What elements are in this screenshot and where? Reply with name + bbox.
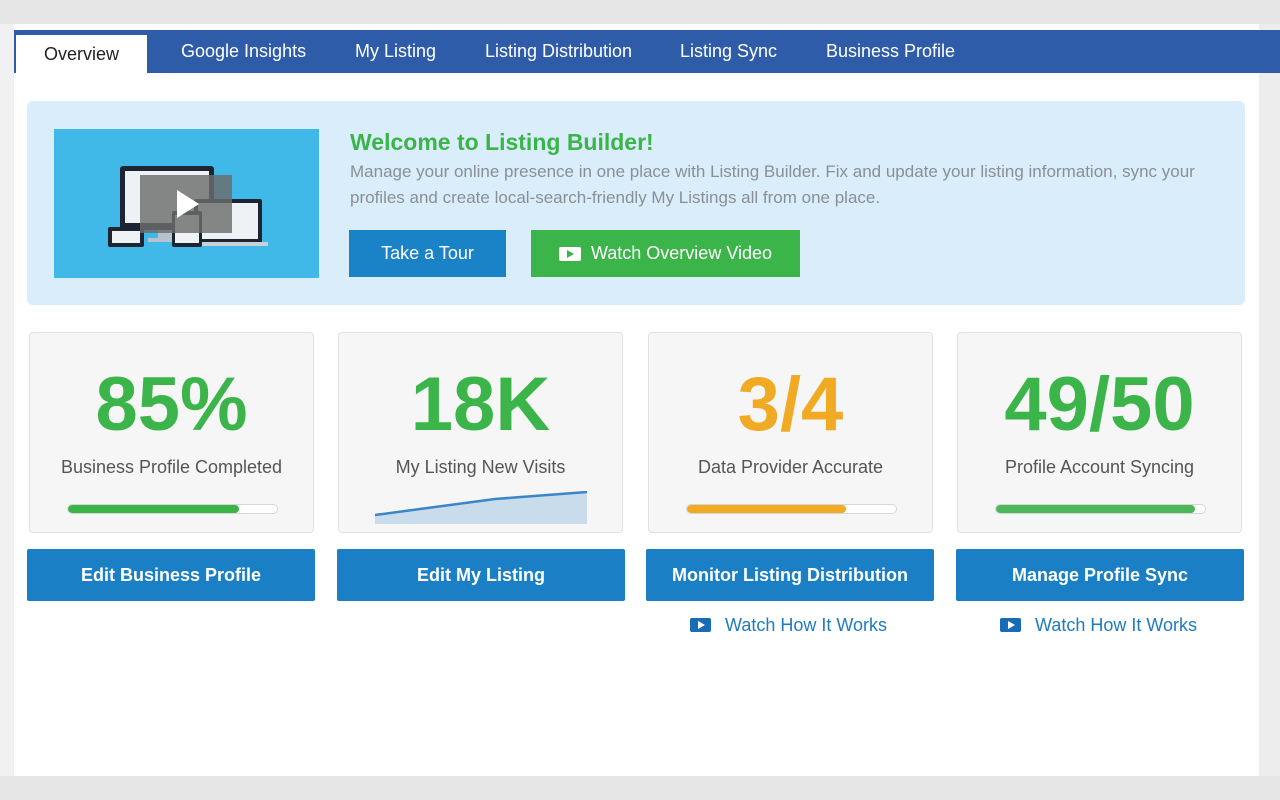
overview-video-thumbnail[interactable]: [54, 129, 319, 278]
tab-overview[interactable]: Overview: [16, 35, 147, 73]
manage-profile-sync-button[interactable]: Manage Profile Sync: [956, 549, 1244, 601]
my-listing-visits-card: 18K My Listing New Visits: [338, 332, 623, 533]
my-listing-visits-label: My Listing New Visits: [395, 457, 566, 477]
business-profile-label: Business Profile Completed: [60, 457, 283, 477]
watch-how-label: Watch How It Works: [1035, 614, 1198, 635]
watch-how-it-works-distribution-link[interactable]: Watch How It Works: [690, 614, 887, 636]
tab-google-insights[interactable]: Google Insights: [181, 30, 306, 73]
edit-business-profile-button[interactable]: Edit Business Profile: [27, 549, 315, 601]
watch-how-it-works-sync-link[interactable]: Watch How It Works: [1000, 614, 1197, 636]
business-profile-progress-fill: [68, 505, 240, 513]
watch-how-label: Watch How It Works: [725, 614, 888, 635]
profile-sync-progress: [995, 504, 1206, 514]
my-listing-visits-value: 18K: [410, 362, 551, 447]
devices-play-icon: [108, 166, 268, 247]
nav-tabbar: Overview Google Insights My Listing List…: [14, 30, 1280, 73]
welcome-banner: Welcome to Listing Builder! Manage your …: [27, 101, 1245, 305]
scrollbar-track[interactable]: [1259, 24, 1280, 776]
video-play-icon: [690, 618, 711, 632]
edit-my-listing-button[interactable]: Edit My Listing: [337, 549, 625, 601]
welcome-title: Welcome to Listing Builder!: [350, 129, 654, 155]
left-margin: [0, 24, 14, 776]
take-tour-button[interactable]: Take a Tour: [349, 230, 506, 277]
profile-sync-progress-fill: [996, 505, 1195, 513]
visits-sparkline: [375, 491, 587, 524]
video-play-icon: [558, 246, 581, 261]
monitor-listing-distribution-button[interactable]: Monitor Listing Distribution: [646, 549, 934, 601]
data-provider-card: 3/4 Data Provider Accurate: [648, 332, 933, 533]
tab-listing-distribution[interactable]: Listing Distribution: [485, 30, 632, 73]
business-profile-card: 85% Business Profile Completed: [29, 332, 314, 533]
profile-sync-card: 49/50 Profile Account Syncing: [957, 332, 1242, 533]
welcome-description: Manage your online presence in one place…: [350, 162, 1195, 207]
watch-overview-video-label: Watch Overview Video: [590, 243, 773, 263]
business-profile-progress: [67, 504, 278, 514]
data-provider-value: 3/4: [737, 362, 844, 447]
data-provider-progress-fill: [687, 505, 846, 513]
business-profile-percent: 85%: [95, 362, 248, 447]
profile-sync-value: 49/50: [1004, 362, 1195, 447]
tab-listing-sync[interactable]: Listing Sync: [680, 30, 777, 73]
profile-sync-label: Profile Account Syncing: [1004, 457, 1195, 477]
video-play-icon: [1000, 618, 1021, 632]
watch-overview-video-button[interactable]: Watch Overview Video: [531, 230, 800, 277]
data-provider-progress: [686, 504, 897, 514]
data-provider-label: Data Provider Accurate: [697, 457, 884, 477]
tab-business-profile[interactable]: Business Profile: [826, 30, 955, 73]
bottom-margin: [0, 776, 1280, 800]
tab-my-listing[interactable]: My Listing: [355, 30, 436, 73]
